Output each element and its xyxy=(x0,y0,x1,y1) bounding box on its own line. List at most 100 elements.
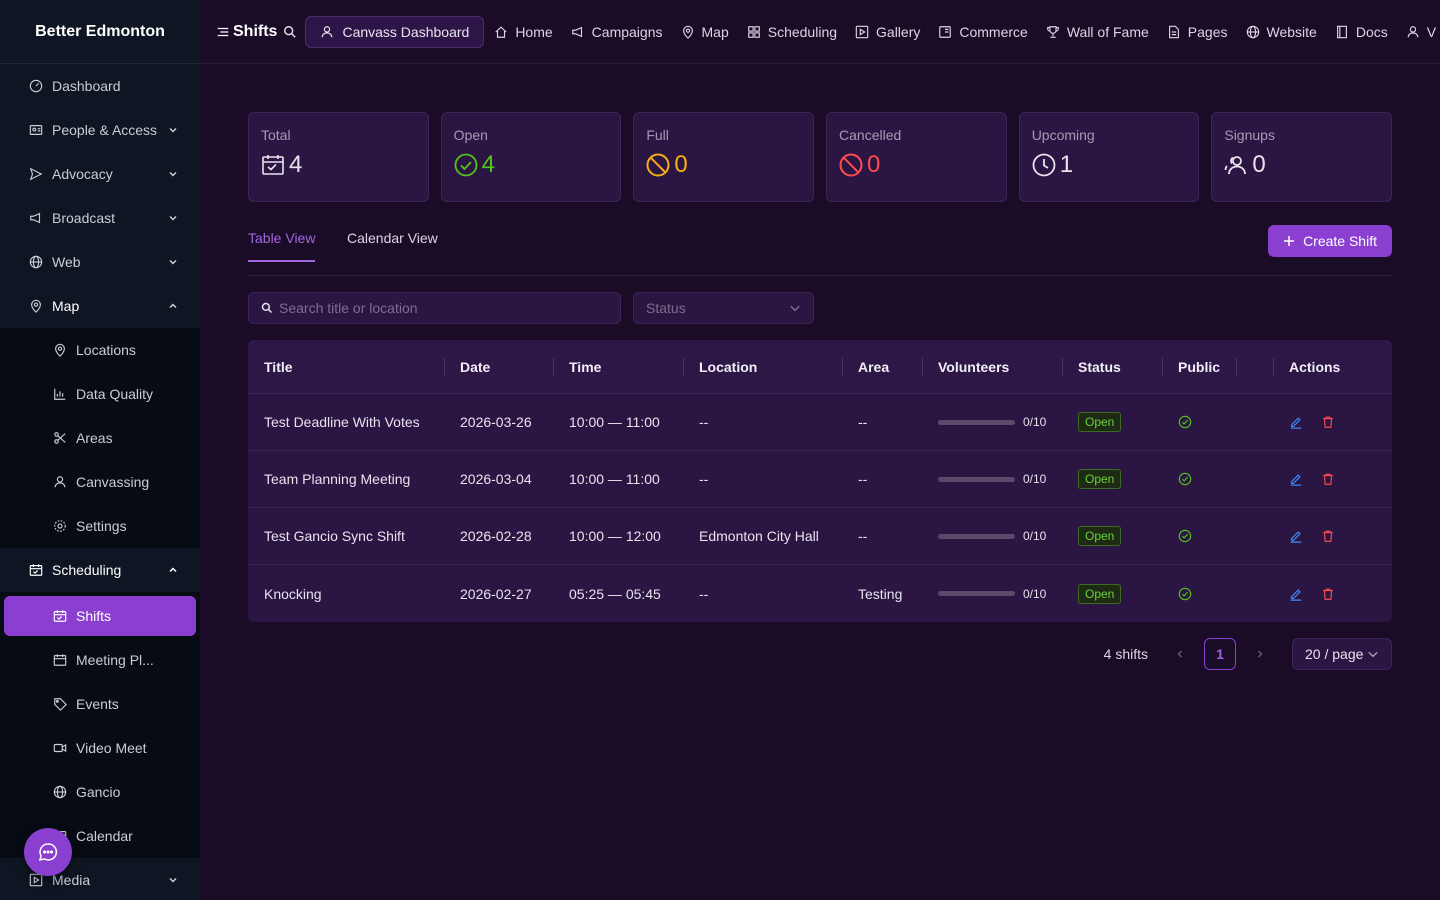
stat-value: 0 xyxy=(674,151,688,178)
sidebar-item-shifts[interactable]: Shifts xyxy=(4,596,196,636)
cell-location: -- xyxy=(699,414,709,430)
pagination-next-button[interactable] xyxy=(1244,649,1276,659)
status-select[interactable]: Status xyxy=(633,292,814,324)
nav-link-wall-of-fame[interactable]: Wall of Fame xyxy=(1046,24,1149,40)
stat-label: Open xyxy=(453,127,488,143)
sidebar-item-map[interactable]: Map xyxy=(0,284,200,328)
column-header-title[interactable]: Title xyxy=(248,340,444,393)
sidebar-item-dashboard[interactable]: Dashboard xyxy=(0,64,200,108)
status-placeholder: Status xyxy=(646,300,686,316)
grid-icon xyxy=(747,25,761,39)
search-icon[interactable] xyxy=(283,25,297,39)
delete-icon[interactable] xyxy=(1321,472,1335,486)
table-row[interactable]: Team Planning Meeting 2026-03-04 10:00 — 1… xyxy=(248,451,1392,508)
volunteer-count: 0/10 xyxy=(1023,529,1047,543)
status-badge: Open xyxy=(1078,526,1122,546)
cell-area: Testing xyxy=(858,585,903,602)
sidebar-item-settings[interactable]: Settings xyxy=(0,504,200,548)
table-row[interactable]: Knocking 2026-02-27 05:25 — 05:45 -- Testing… xyxy=(248,565,1392,622)
cell-volunteers: 0/10 xyxy=(922,451,1062,507)
sidebar-item-label: Dashboard xyxy=(52,78,121,94)
nav-link-home[interactable]: Home xyxy=(494,24,553,40)
edit-icon[interactable] xyxy=(1289,529,1303,543)
search-field[interactable] xyxy=(248,292,621,324)
nav-link-commerce[interactable]: Commerce xyxy=(938,24,1028,40)
location-pin-icon xyxy=(681,25,695,39)
filters-row: Status xyxy=(248,292,1392,324)
sidebar-item-events[interactable]: Events xyxy=(0,682,200,726)
column-header-volunteers[interactable]: Volunteers xyxy=(922,340,1062,393)
canvass-dashboard-button[interactable]: Canvass Dashboard xyxy=(305,15,485,48)
column-header-status[interactable]: Status xyxy=(1062,340,1162,393)
nav-link-gallery[interactable]: Gallery xyxy=(855,24,920,40)
nav-link-scheduling[interactable]: Scheduling xyxy=(747,24,837,40)
pagination-page-1[interactable]: 1 xyxy=(1204,638,1236,670)
pagination-prev-button[interactable] xyxy=(1164,649,1196,659)
sidebar-item-meeting-planner[interactable]: Meeting Pl... xyxy=(0,638,200,682)
nav-link-v[interactable]: V xyxy=(1406,24,1436,40)
create-shift-button[interactable]: Create Shift xyxy=(1268,225,1392,257)
stat-card-upcoming: Upcoming 1 xyxy=(1018,112,1200,202)
nav-link-campaigns[interactable]: Campaigns xyxy=(571,24,663,40)
nav-link-pages[interactable]: Pages xyxy=(1167,24,1228,40)
chat-bubble-icon xyxy=(38,842,58,862)
cell-actions xyxy=(1273,508,1392,564)
cell-public xyxy=(1162,451,1236,507)
nav-link-website[interactable]: Website xyxy=(1246,24,1317,40)
sidebar-item-web[interactable]: Web xyxy=(0,240,200,284)
nav-link-label: Website xyxy=(1266,23,1317,40)
volunteer-progress-bar xyxy=(938,591,1015,596)
sidebar-item-scheduling[interactable]: Scheduling xyxy=(0,548,200,592)
edit-icon[interactable] xyxy=(1289,587,1303,601)
column-header-date[interactable]: Date xyxy=(444,340,553,393)
cell-title: Team Planning Meeting xyxy=(264,471,411,487)
sidebar-item-video-meet[interactable]: Video Meet xyxy=(0,726,200,770)
delete-icon[interactable] xyxy=(1321,587,1335,601)
sidebar-item-data-quality[interactable]: Data Quality xyxy=(0,372,200,416)
sidebar-item-canvassing[interactable]: Canvassing xyxy=(0,460,200,504)
video-camera-icon xyxy=(52,740,68,756)
edit-icon[interactable] xyxy=(1289,472,1303,486)
cell-location: -- xyxy=(699,585,709,602)
status-badge: Open xyxy=(1078,469,1122,489)
sidebar-item-advocacy[interactable]: Advocacy xyxy=(0,152,200,196)
schedule-icon xyxy=(52,608,68,624)
clock-icon xyxy=(1032,153,1056,177)
table-row[interactable]: Test Gancio Sync Shift 2026-02-28 10:00 — … xyxy=(248,508,1392,565)
chat-button[interactable] xyxy=(24,828,72,876)
cell-title: Knocking xyxy=(264,585,322,602)
sidebar-item-label: Advocacy xyxy=(52,166,113,182)
nav-link-label: Docs xyxy=(1355,23,1388,40)
delete-icon[interactable] xyxy=(1321,529,1335,543)
column-header-public[interactable]: Public xyxy=(1162,340,1236,393)
table-row[interactable]: Test Deadline With Votes 2026-03-26 10:00 … xyxy=(248,394,1392,451)
cell-title: Test Deadline With Votes xyxy=(264,414,420,430)
sidebar-item-people-access[interactable]: People & Access xyxy=(0,108,200,152)
sidebar-item-areas[interactable]: Areas xyxy=(0,416,200,460)
sidebar-item-broadcast[interactable]: Broadcast xyxy=(0,196,200,240)
column-header-location[interactable]: Location xyxy=(683,340,842,393)
cell-spacer xyxy=(1236,565,1273,622)
sidebar-item-locations[interactable]: Locations xyxy=(0,328,200,372)
sidebar-item-gancio[interactable]: Gancio xyxy=(0,770,200,814)
pagination-total: 4 shifts xyxy=(1103,646,1148,662)
tab-calendar-view[interactable]: Calendar View xyxy=(347,230,438,260)
page-size-select[interactable]: 20 / page xyxy=(1292,638,1392,670)
volunteer-count: 0/10 xyxy=(1023,472,1047,486)
delete-icon[interactable] xyxy=(1321,415,1335,429)
column-header-area[interactable]: Area xyxy=(842,340,922,393)
nav-link-map[interactable]: Map xyxy=(681,24,729,40)
tab-table-view[interactable]: Table View xyxy=(248,230,316,262)
sidebar-item-label: Scheduling xyxy=(52,562,122,578)
dashboard-icon xyxy=(28,78,44,94)
stat-label: Total xyxy=(261,127,291,143)
search-input[interactable] xyxy=(279,300,599,316)
column-header-time[interactable]: Time xyxy=(553,340,683,393)
nav-link-docs[interactable]: Docs xyxy=(1335,24,1388,40)
book-icon xyxy=(1335,25,1349,39)
brand-title[interactable]: Better Edmonton xyxy=(0,0,200,64)
sidebar-item-label: Calendar xyxy=(76,828,133,844)
check-circle-icon xyxy=(454,153,478,177)
globe-icon xyxy=(28,254,44,270)
edit-icon[interactable] xyxy=(1289,415,1303,429)
